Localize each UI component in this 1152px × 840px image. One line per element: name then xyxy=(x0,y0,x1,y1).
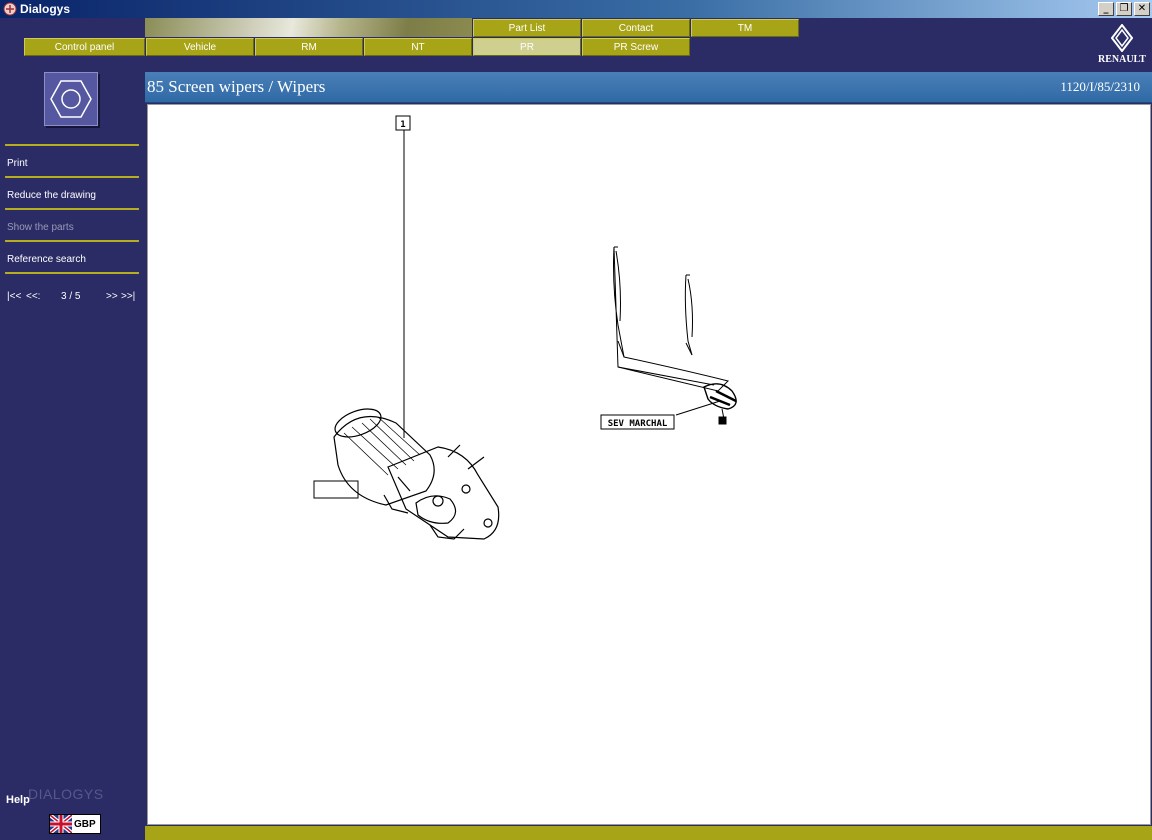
sidebar-divider xyxy=(5,240,139,242)
dialogys-watermark: DIALOGYS xyxy=(28,786,104,802)
nut-logo xyxy=(44,72,98,126)
top-navigation: Part List Contact TM Control panel Vehic… xyxy=(0,18,1152,72)
minimize-button[interactable]: _ xyxy=(1098,2,1114,16)
tab-pr-screw[interactable]: PR Screw xyxy=(582,38,690,56)
tab-nt[interactable]: NT xyxy=(364,38,472,56)
status-bar xyxy=(145,826,1152,840)
content-header: 85 Screen wipers / Wipers 1120/I/85/2310 xyxy=(145,72,1152,103)
reference-code: 1120/I/85/2310 xyxy=(1060,79,1140,94)
drawing-canvas[interactable]: 1 SEV MARCHAL xyxy=(147,104,1151,825)
wiper-linkage-icon xyxy=(613,246,737,425)
sidebar: Print Reduce the drawing Show the parts … xyxy=(0,72,145,840)
renault-diamond-icon xyxy=(1111,24,1133,52)
sidebar-item-reduce-drawing[interactable]: Reduce the drawing xyxy=(7,190,96,201)
sidebar-item-show-parts: Show the parts xyxy=(7,222,74,233)
sidebar-divider xyxy=(5,176,139,178)
tab-contact[interactable]: Contact xyxy=(582,19,690,37)
prev-page-button[interactable]: <<: xyxy=(26,291,40,302)
wiper-motor-icon xyxy=(333,408,500,540)
page-title: 85 Screen wipers / Wipers xyxy=(147,77,326,96)
sidebar-divider xyxy=(5,272,139,274)
brand-name: RENAULT xyxy=(1098,54,1146,65)
tab-part-list[interactable]: Part List xyxy=(473,19,581,37)
last-page-button[interactable]: >>| xyxy=(121,291,135,302)
tab-pr[interactable]: PR xyxy=(473,38,581,56)
close-button[interactable]: ✕ xyxy=(1134,2,1150,16)
tab-control-panel[interactable]: Control panel xyxy=(24,38,145,56)
callout-sev-label: SEV MARCHAL xyxy=(608,419,668,429)
renault-logo: RENAULT xyxy=(1096,24,1148,68)
app-icon xyxy=(3,2,17,16)
window-title: Dialogys xyxy=(20,2,71,16)
language-selector[interactable]: GBP xyxy=(49,814,101,834)
tab-tm[interactable]: TM xyxy=(691,19,799,37)
header-banner xyxy=(145,18,472,37)
callout-2[interactable] xyxy=(313,480,359,499)
restore-button[interactable]: ❐ xyxy=(1116,2,1132,16)
tab-vehicle[interactable]: Vehicle xyxy=(146,38,254,56)
next-page-button[interactable]: >> xyxy=(106,291,118,302)
hex-nut-icon xyxy=(50,80,92,118)
language-code: GBP xyxy=(74,818,96,830)
tab-rm[interactable]: RM xyxy=(255,38,363,56)
sidebar-divider xyxy=(5,144,139,146)
window-titlebar: Dialogys _ ❐ ✕ xyxy=(0,0,1152,18)
sidebar-divider xyxy=(5,208,139,210)
page-indicator: 3 / 5 xyxy=(61,291,81,302)
callout-sev-marchal[interactable]: SEV MARCHAL xyxy=(600,414,675,430)
sidebar-item-print[interactable]: Print xyxy=(7,158,28,169)
callout-1[interactable]: 1 xyxy=(395,115,411,131)
sidebar-item-reference-search[interactable]: Reference search xyxy=(7,254,86,265)
first-page-button[interactable]: |<< xyxy=(7,291,21,302)
help-link[interactable]: Help xyxy=(6,794,30,806)
uk-flag-icon xyxy=(50,815,72,833)
callout-1-label: 1 xyxy=(400,120,405,130)
exploded-parts-drawing: 1 SEV MARCHAL xyxy=(313,115,737,540)
